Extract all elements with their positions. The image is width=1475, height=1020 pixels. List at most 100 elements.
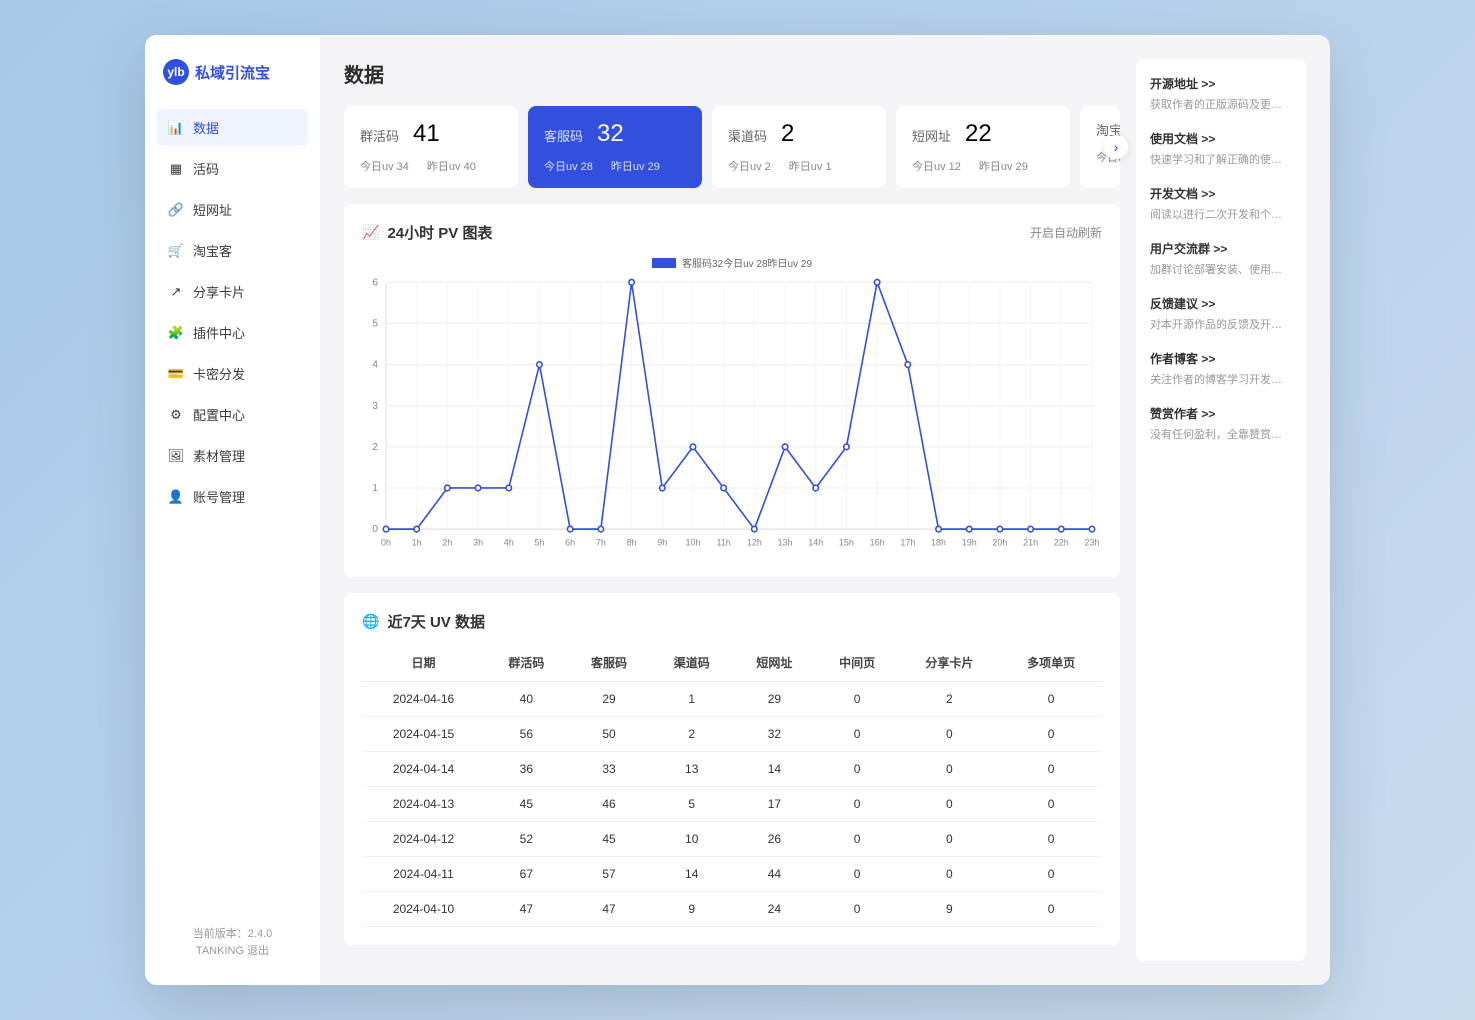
stat-card-2[interactable]: 渠道码2今日uv 2昨日uv 1 (712, 106, 886, 188)
stat-today: 今日uv 28 (544, 158, 593, 174)
table-cell: 0 (816, 857, 899, 892)
panel-desc: 快速学习和了解正确的使用姿... (1150, 151, 1292, 167)
svg-text:1: 1 (372, 483, 378, 494)
table-cell: 45 (485, 787, 568, 822)
chart-legend-text: 客服码32今日uv 28昨日uv 29 (682, 255, 812, 270)
table-row: 2024-04-155650232000 (362, 717, 1102, 752)
main-content: 数据 群活码41今日uv 34昨日uv 40客服码32今日uv 28昨日uv 2… (344, 59, 1120, 961)
stat-label: 渠道码 (728, 126, 767, 145)
sidebar-item-label: 活码 (193, 159, 219, 178)
stat-card-1[interactable]: 客服码32今日uv 28昨日uv 29 (528, 106, 702, 188)
nav-icon: 🖼 (169, 449, 183, 463)
stat-value: 22 (965, 120, 992, 148)
table-cell: 10 (650, 822, 733, 857)
refresh-link[interactable]: 开启自动刷新 (1030, 224, 1102, 241)
nav-icon: ⚙ (169, 408, 183, 422)
stat-yesterday: 昨日uv 29 (611, 158, 660, 174)
panel-desc: 获取作者的正版源码及更新动... (1150, 96, 1292, 112)
svg-text:4: 4 (372, 360, 378, 371)
table-cell: 0 (1000, 787, 1102, 822)
panel-title: 开发文档 >> (1150, 185, 1292, 202)
sidebar-item-6[interactable]: 💳卡密分发 (157, 355, 308, 392)
table-row: 2024-04-1436331314000 (362, 752, 1102, 787)
logo-text: 私域引流宝 (195, 62, 270, 83)
panel-link-2[interactable]: 开发文档 >> 阅读以进行二次开发和个性化... (1150, 185, 1292, 222)
table-cell: 0 (898, 717, 1000, 752)
table-cell: 33 (568, 752, 651, 787)
svg-text:9h: 9h (657, 538, 667, 548)
table-cell: 26 (733, 822, 816, 857)
stat-label: 客服码 (544, 126, 583, 145)
sidebar-item-0[interactable]: 📊数据 (157, 109, 308, 146)
table-row: 2024-04-134546517000 (362, 787, 1102, 822)
nav-icon: ▦ (169, 162, 183, 176)
table-cell: 2024-04-13 (362, 787, 485, 822)
panel-link-1[interactable]: 使用文档 >>快速学习和了解正确的使用姿... (1150, 130, 1292, 167)
sidebar-item-3[interactable]: 🛒淘宝客 (157, 232, 308, 269)
sidebar-item-5[interactable]: 🧩插件中心 (157, 314, 308, 351)
chevron-right-icon[interactable]: › (1104, 135, 1128, 159)
table-cell: 0 (816, 787, 899, 822)
table-row: 2024-04-104747924090 (362, 892, 1102, 927)
table-cell: 57 (568, 857, 651, 892)
svg-text:8h: 8h (627, 538, 637, 548)
svg-text:2h: 2h (442, 538, 452, 548)
table-cell: 40 (485, 682, 568, 717)
nav-icon: 🔗 (169, 203, 183, 217)
table-cell: 2024-04-10 (362, 892, 485, 927)
svg-text:0h: 0h (381, 538, 391, 548)
table-header: 日期 (362, 644, 485, 682)
panel-desc: 阅读以进行二次开发和个性化... (1150, 206, 1292, 222)
table-cell: 29 (733, 682, 816, 717)
stat-card-0[interactable]: 群活码41今日uv 34昨日uv 40 (344, 106, 518, 188)
table-cell: 0 (1000, 822, 1102, 857)
svg-text:1h: 1h (412, 538, 422, 548)
table-cell: 56 (485, 717, 568, 752)
line-chart: 01234560h1h2h3h4h5h6h7h8h9h10h11h12h13h1… (362, 274, 1102, 554)
sidebar-item-4[interactable]: ↗分享卡片 (157, 273, 308, 310)
sidebar-item-label: 配置中心 (193, 405, 245, 424)
table-cell: 46 (568, 787, 651, 822)
table-cell: 0 (816, 682, 899, 717)
table-cell: 2 (898, 682, 1000, 717)
svg-text:16h: 16h (870, 538, 885, 548)
table-cell: 1 (650, 682, 733, 717)
table-cell: 0 (1000, 857, 1102, 892)
table-cell: 32 (733, 717, 816, 752)
panel-link-5[interactable]: 作者博客 >>关注作者的博客学习开发编程... (1150, 350, 1292, 387)
sidebar-item-1[interactable]: ▦ 活码 (157, 150, 308, 187)
sidebar-item-9[interactable]: 👤账号管理 (157, 478, 308, 515)
sidebar-item-2[interactable]: 🔗短网址 (157, 191, 308, 228)
table-cell: 44 (733, 857, 816, 892)
stat-cards: 群活码41今日uv 34昨日uv 40客服码32今日uv 28昨日uv 29渠道… (344, 106, 1120, 188)
svg-text:5h: 5h (534, 538, 544, 548)
svg-text:22h: 22h (1054, 538, 1069, 548)
table-cell: 17 (733, 787, 816, 822)
svg-text:6h: 6h (565, 538, 575, 548)
stat-card-3[interactable]: 短网址22今日uv 12昨日uv 29 (896, 106, 1070, 188)
table-cell: 0 (816, 822, 899, 857)
table-cell: 0 (898, 752, 1000, 787)
panel-title: 赞赏作者 >> (1150, 405, 1292, 422)
panel-link-4[interactable]: 反馈建议 >>对本开源作品的反馈及开发建... (1150, 295, 1292, 332)
chart-icon: 📈 (362, 224, 379, 241)
logout-line[interactable]: TANKING 退出 (157, 943, 308, 961)
svg-text:19h: 19h (962, 538, 977, 548)
panel-link-3[interactable]: 用户交流群 >>加群讨论部署安装、使用、开... (1150, 240, 1292, 277)
page-title: 数据 (344, 59, 1120, 88)
panel-link-0[interactable]: 开源地址 >>获取作者的正版源码及更新动... (1150, 75, 1292, 112)
table-cell: 2024-04-16 (362, 682, 485, 717)
sidebar-item-7[interactable]: ⚙ 配置中心 (157, 396, 308, 433)
table-cell: 50 (568, 717, 651, 752)
stat-today: 今日uv 34 (360, 158, 409, 174)
panel-link-6[interactable]: 赞赏作者 >>没有任何盈利，全靠赞赏支持... (1150, 405, 1292, 442)
table-cell: 2024-04-12 (362, 822, 485, 857)
sidebar-item-label: 卡密分发 (193, 364, 245, 383)
svg-text:20h: 20h (992, 538, 1007, 548)
sidebar-footer: 当前版本：2.4.0 TANKING 退出 (157, 926, 308, 961)
table-card: 🌐 近7天 UV 数据 日期群活码客服码渠道码短网址中间页分享卡片多项单页 20… (344, 593, 1120, 945)
panel-title: 反馈建议 >> (1150, 295, 1292, 312)
table-cell: 29 (568, 682, 651, 717)
sidebar-item-8[interactable]: 🖼素材管理 (157, 437, 308, 474)
table-header: 中间页 (816, 644, 899, 682)
